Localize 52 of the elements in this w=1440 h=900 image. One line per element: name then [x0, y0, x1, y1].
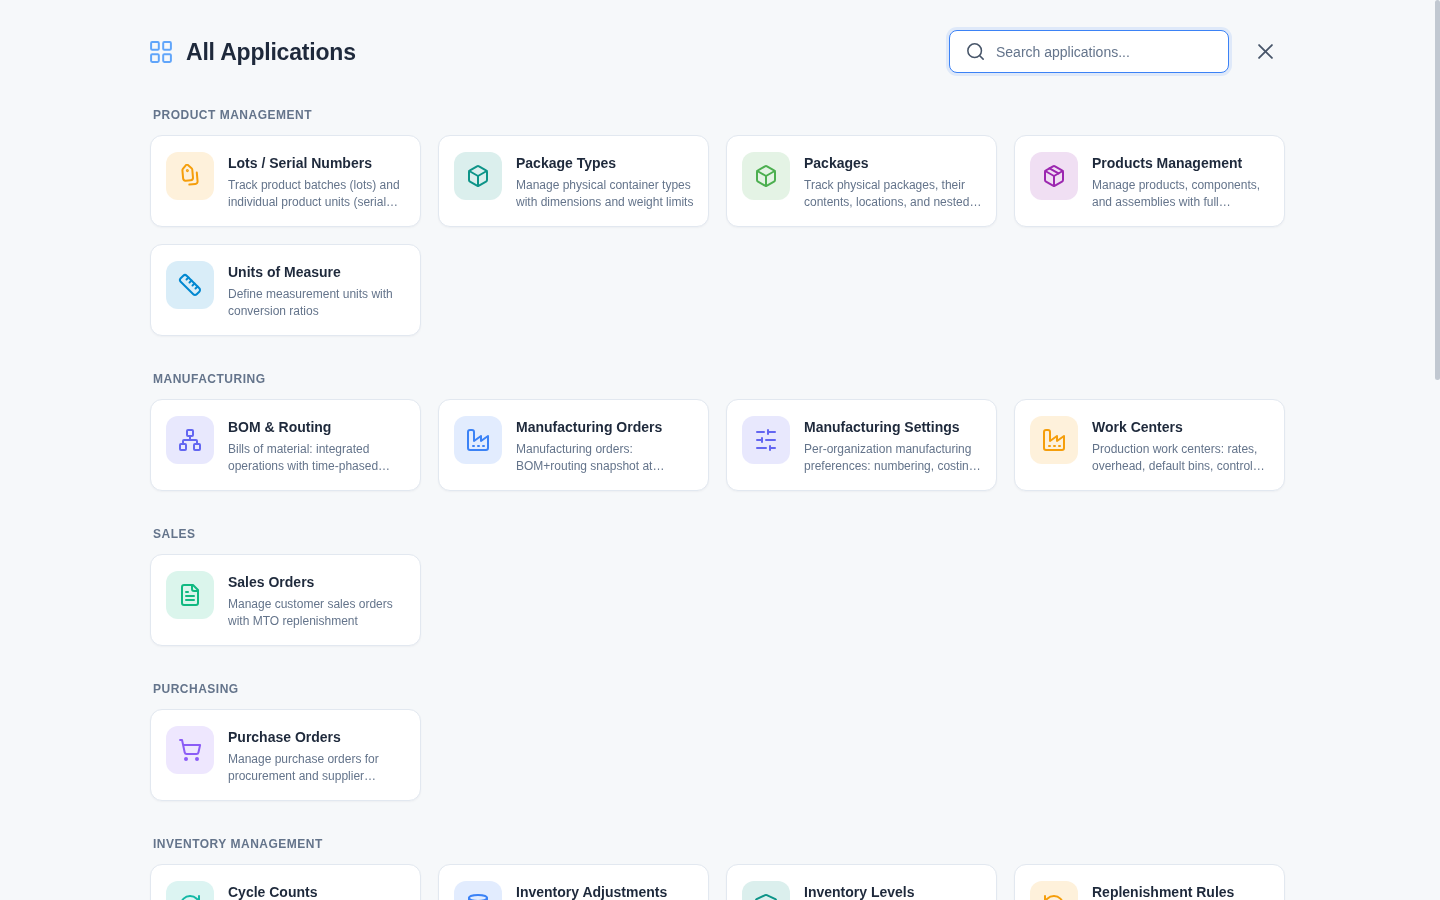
section-heading: MANUFACTURING: [153, 372, 267, 386]
app-title: Package Types: [516, 155, 618, 171]
app-description: Production work centers: rates, overhead, default bins, control…: [1092, 441, 1266, 475]
close-icon: [1257, 44, 1273, 59]
app-title: Sales Orders: [228, 574, 316, 590]
section-heading: PRODUCT MANAGEMENT: [153, 108, 313, 122]
app-description: Bills of material: integrated operations with time-phased…: [228, 441, 392, 475]
app-card[interactable]: Lots / Serial Numbers Track product batches (lots) and individual product units (serial…: [150, 135, 421, 227]
app-card[interactable]: Replenishment Rules: [1014, 864, 1285, 900]
app-title: Units of Measure: [228, 264, 342, 280]
search-icon: [967, 43, 984, 60]
app-card[interactable]: Work Centers Production work centers: rates, overhead, default bins, control…: [1014, 399, 1285, 491]
app-description: Manage purchase orders for procurement and supplier…: [228, 751, 380, 785]
app-description: Track physical packages, their contents, locations, and nested…: [804, 177, 983, 211]
app-title: BOM & Routing: [228, 419, 333, 435]
grid-icon: [150, 40, 172, 63]
app-title: Manufacturing Orders: [516, 419, 664, 435]
app-card[interactable]: Package Types Manage physical container types with dimensions and weight limits: [438, 135, 709, 227]
app-title: Inventory Adjustments: [516, 884, 669, 900]
app-title: Packages: [804, 155, 870, 171]
app-card[interactable]: Inventory Levels: [726, 864, 997, 900]
app-title: Replenishment Rules: [1092, 884, 1236, 900]
app-card[interactable]: Products Management Manage products, components, and assemblies with full…: [1014, 135, 1285, 227]
page-title: All Applications: [186, 37, 356, 67]
scrollbar-thumb[interactable]: [1435, 0, 1440, 380]
app-title: Manufacturing Settings: [804, 419, 961, 435]
app-card[interactable]: Manufacturing Orders Manufacturing orders: BOM+routing snapshot at…: [438, 399, 709, 491]
app-title: Products Management: [1092, 155, 1244, 171]
app-card[interactable]: Cycle Counts: [150, 864, 421, 900]
app-description: Track product batches (lots) and individual product units (serial…: [228, 177, 401, 211]
app-card[interactable]: Purchase Orders Manage purchase orders for procurement and supplier…: [150, 709, 421, 801]
app-card[interactable]: BOM & Routing Bills of material: integrated operations with time-phased…: [150, 399, 421, 491]
app-card[interactable]: Packages Track physical packages, their contents, locations, and nested…: [726, 135, 997, 227]
app-description: Manufacturing orders: BOM+routing snapshot at…: [516, 441, 666, 475]
section-heading: SALES: [153, 527, 197, 541]
app-description: Manage physical container types with dimensions and weight limits: [516, 177, 695, 211]
app-title: Purchase Orders: [228, 729, 342, 745]
app-description: Manage products, components, and assemblies with full…: [1092, 177, 1262, 211]
section-heading: INVENTORY MANAGEMENT: [153, 837, 324, 851]
app-title: Cycle Counts: [228, 884, 319, 900]
app-description: Define measurement units with conversion ratios: [228, 286, 394, 320]
search-field[interactable]: Search applications...: [949, 30, 1229, 73]
app-card[interactable]: Inventory Adjustments: [438, 864, 709, 900]
app-title: Work Centers: [1092, 419, 1184, 435]
app-card[interactable]: Manufacturing Settings Per-organization manufacturing preferences: numbering, costin…: [726, 399, 997, 491]
app-description: Manage customer sales orders with MTO replenishment: [228, 596, 394, 630]
app-card[interactable]: Units of Measure Define measurement units with conversion ratios: [150, 244, 421, 336]
app-card[interactable]: Sales Orders Manage customer sales orders with MTO replenishment: [150, 554, 421, 646]
section-heading: PURCHASING: [153, 682, 240, 696]
app-title: Lots / Serial Numbers: [228, 155, 373, 171]
app-title: Inventory Levels: [804, 884, 916, 900]
app-description: Per-organization manufacturing preferences: numbering, costin…: [804, 441, 982, 475]
